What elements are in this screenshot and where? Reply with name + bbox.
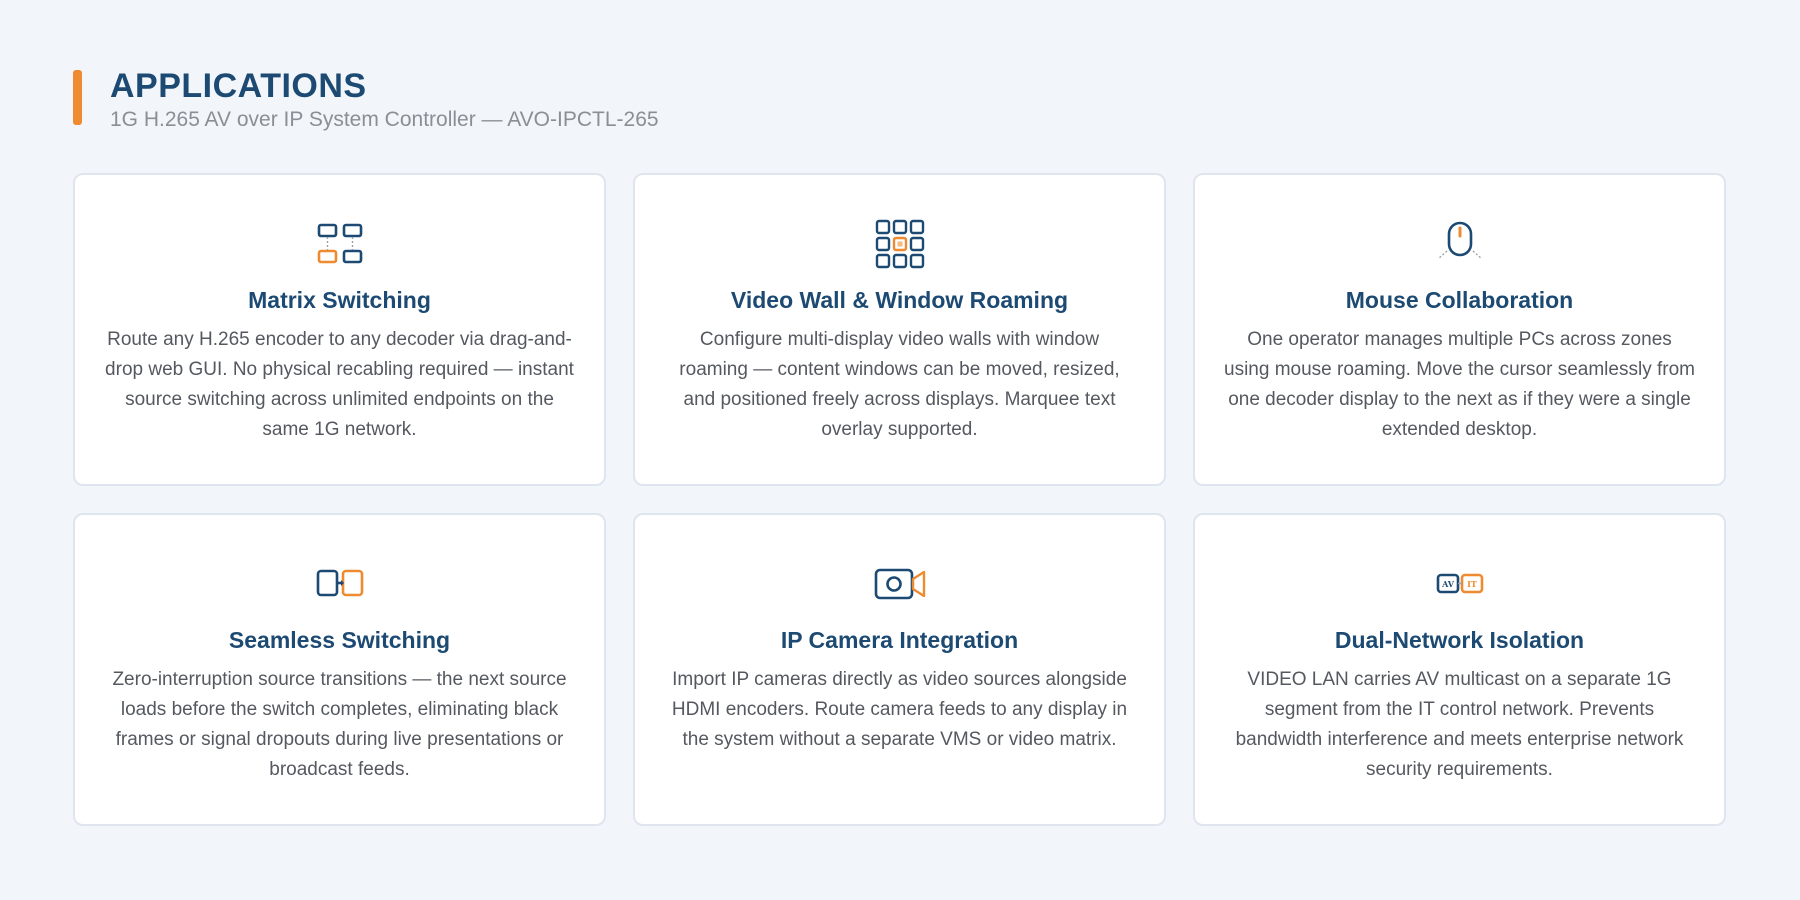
card-description: VIDEO LAN carries AV multicast on a sepa…: [1235, 669, 1684, 780]
applications-page: APPLICATIONS 1G H.265 AV over IP System …: [0, 0, 1800, 900]
card-video-wall: Video Wall & Window Roaming Configure mu…: [633, 173, 1166, 486]
card-title: Video Wall & Window Roaming: [730, 287, 1069, 313]
matrix-switching-icon: [103, 217, 576, 271]
accent-bar: [73, 70, 82, 125]
card-title: Seamless Switching: [228, 627, 451, 653]
page-title: APPLICATIONS: [110, 67, 367, 105]
video-wall-icon: [663, 217, 1136, 271]
it-label: IT: [1467, 579, 1477, 589]
card-mouse-collaboration: Mouse Collaboration One operator manages…: [1193, 173, 1726, 486]
card-description: Import IP cameras directly as video sour…: [671, 669, 1128, 750]
card-description: Configure multi-display video walls with…: [679, 329, 1120, 440]
card-description: Route any H.265 encoder to any decoder v…: [105, 329, 574, 440]
card-title: Mouse Collaboration: [1345, 287, 1574, 313]
card-description: One operator manages multiple PCs across…: [1224, 329, 1695, 440]
av-label: AV: [1441, 579, 1455, 589]
card-title: Matrix Switching: [248, 287, 431, 313]
page-subtitle: 1G H.265 AV over IP System Controller — …: [110, 108, 659, 131]
card-seamless-switching: Seamless Switching Zero-interruption sou…: [73, 513, 606, 826]
card-title: Dual-Network Isolation: [1334, 627, 1585, 653]
dual-network-icon: AV IT: [1223, 557, 1696, 611]
card-dual-network: AV IT Dual-Network Isolation VIDEO LAN c…: [1193, 513, 1726, 826]
mouse-icon: [1223, 217, 1696, 271]
card-title: IP Camera Integration: [780, 627, 1019, 653]
card-ip-camera: IP Camera Integration Import IP cameras …: [633, 513, 1166, 826]
seamless-switch-icon: [103, 557, 576, 611]
card-matrix-switching: Matrix Switching Route any H.265 encoder…: [73, 173, 606, 486]
ip-camera-icon: [663, 557, 1136, 611]
card-description: Zero-interruption source transitions — t…: [112, 669, 567, 780]
applications-grid: Matrix Switching Route any H.265 encoder…: [73, 173, 1727, 826]
